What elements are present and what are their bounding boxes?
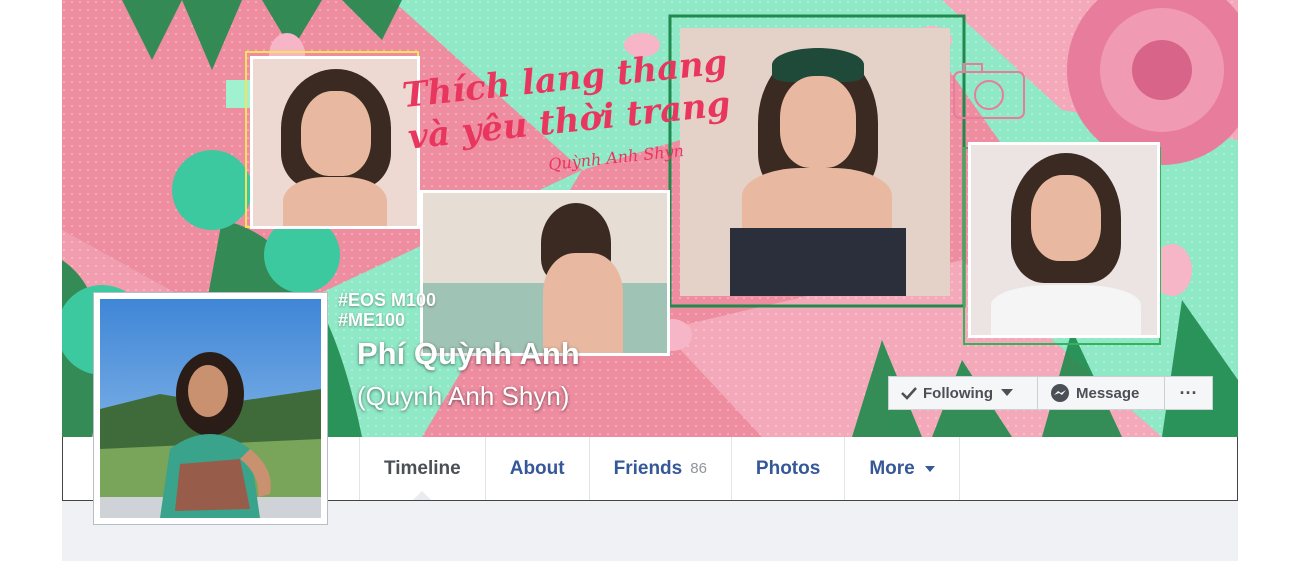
tab-photos[interactable]: Photos xyxy=(730,437,844,500)
profile-name[interactable]: Phí Quỳnh Anh xyxy=(357,336,580,372)
tab-label: About xyxy=(509,457,565,479)
avatar-image xyxy=(100,299,321,518)
following-label: Following xyxy=(923,384,993,402)
profile-tabs: Timeline About Friends 86 Photos More xyxy=(359,437,960,500)
profile-picture[interactable] xyxy=(93,292,328,525)
hashtag: #EOS M100 xyxy=(338,290,437,310)
tab-timeline[interactable]: Timeline xyxy=(359,437,485,500)
collage-photo-2 xyxy=(420,190,670,356)
profile-alternate-name: (Quynh Anh Shyn) xyxy=(357,381,570,411)
tab-label: Friends xyxy=(613,457,683,479)
tab-about[interactable]: About xyxy=(484,437,589,500)
collage-photo-4 xyxy=(968,142,1160,338)
dropdown-caret-icon xyxy=(1000,389,1013,397)
message-button[interactable]: Message xyxy=(1038,376,1165,410)
messenger-icon xyxy=(1050,383,1070,403)
tab-label: Timeline xyxy=(384,457,461,479)
avatar xyxy=(100,299,321,518)
tab-label: More xyxy=(869,457,915,479)
message-label: Message xyxy=(1076,384,1140,402)
chevron-down-icon xyxy=(924,465,935,472)
friends-count: 86 xyxy=(690,460,707,477)
more-actions-button[interactable]: ··· xyxy=(1165,376,1213,410)
tab-label: Photos xyxy=(755,457,821,479)
tab-more[interactable]: More xyxy=(844,437,960,500)
cover-actions: Following Message ··· xyxy=(888,376,1213,410)
following-button[interactable]: Following xyxy=(888,376,1038,410)
checkmark-icon xyxy=(901,386,917,400)
collage-photo-1 xyxy=(250,56,420,229)
tab-friends[interactable]: Friends 86 xyxy=(588,437,731,500)
hashtag: #ME100 xyxy=(338,310,406,330)
cover-hashtags: #EOS M100 #ME100 xyxy=(338,290,436,330)
more-dots-icon: ··· xyxy=(1179,382,1198,403)
